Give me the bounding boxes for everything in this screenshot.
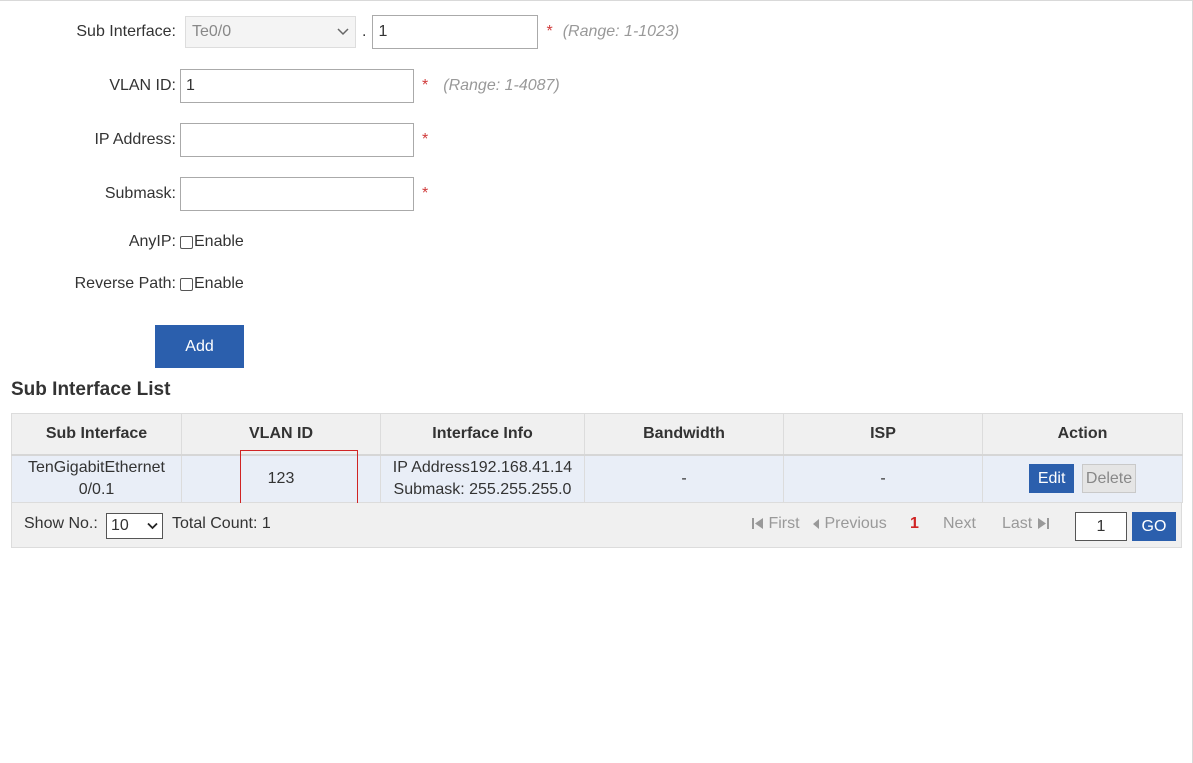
previous-page-icon: [813, 518, 819, 529]
goto-page-input[interactable]: 1: [1075, 512, 1127, 541]
cell-isp: -: [783, 454, 983, 503]
cell-action: Edit Delete: [982, 454, 1183, 503]
page-size-value: 10: [111, 517, 129, 534]
range-hint: (Range: 1-4087): [443, 77, 560, 94]
page-size-select[interactable]: 10: [106, 513, 163, 539]
header-bandwidth: Bandwidth: [584, 413, 784, 456]
anyip-row: AnyIP: Enable: [0, 231, 244, 253]
last-page-icon: [1037, 518, 1049, 530]
required-mark: *: [422, 131, 429, 148]
header-interface-info: Interface Info: [380, 413, 585, 456]
sub-interface-name-line1: TenGigabitEthernet: [28, 458, 165, 476]
anyip-checkbox[interactable]: [180, 235, 193, 249]
anyip-enable-label[interactable]: Enable: [194, 233, 244, 251]
sub-interface-page: Sub Interface: Te0/0 . 1 * (Range: 1-102…: [0, 0, 1193, 763]
first-page-label: First: [768, 515, 800, 532]
last-page-label: Last: [1002, 515, 1033, 532]
header-sub-interface: Sub Interface: [11, 413, 182, 456]
interface-info-ip: IP Address192.168.41.14: [392, 458, 573, 476]
sub-interface-name-line2: 0/0.1: [78, 480, 115, 498]
reverse-path-label: Reverse Path:: [74, 275, 176, 292]
interface-select-value: Te0/0: [192, 23, 232, 40]
next-page-link[interactable]: Next: [943, 515, 976, 533]
table-row: TenGigabitEthernet 0/0.1 123 IP Address1…: [11, 454, 1183, 503]
reverse-path-checkbox[interactable]: [180, 277, 193, 291]
sub-interface-row: Sub Interface: Te0/0 . 1 * (Range: 1-102…: [0, 15, 679, 49]
add-button[interactable]: Add: [155, 325, 244, 368]
header-action: Action: [982, 413, 1183, 456]
sub-interface-list-title: Sub Interface List: [11, 379, 171, 400]
vlan-id-row: VLAN ID: 1 * (Range: 1-4087): [0, 69, 560, 103]
show-no-label: Show No.:: [24, 515, 98, 532]
submask-row: Submask: *: [0, 177, 428, 211]
delete-button[interactable]: Delete: [1081, 464, 1137, 494]
anyip-label: AnyIP:: [128, 233, 176, 250]
reverse-path-row: Reverse Path: Enable: [0, 273, 244, 295]
vlan-id-label: VLAN ID:: [109, 77, 176, 94]
total-count: Total Count: 1: [172, 515, 271, 532]
first-page-link[interactable]: First: [751, 515, 800, 533]
header-vlan-id: VLAN ID: [181, 413, 381, 456]
required-mark: *: [422, 185, 429, 202]
sub-interface-label: Sub Interface:: [76, 23, 176, 40]
last-page-link[interactable]: Last: [1002, 515, 1050, 533]
cell-bandwidth: -: [584, 454, 784, 503]
cell-interface-info: IP Address192.168.41.14 Submask: 255.255…: [380, 454, 585, 503]
submask-input[interactable]: [180, 177, 414, 211]
edit-button[interactable]: Edit: [1028, 464, 1075, 494]
header-isp: ISP: [783, 413, 983, 456]
chevron-down-icon: [147, 522, 158, 530]
required-mark: *: [546, 23, 553, 40]
vlan-id-value: 1: [186, 77, 195, 94]
sub-interface-table: Sub Interface VLAN ID Interface Info Ban…: [11, 413, 1183, 503]
first-page-icon: [752, 518, 763, 530]
submask-label: Submask:: [104, 185, 176, 202]
vlan-id-input[interactable]: 1: [180, 69, 414, 103]
table-header-row: Sub Interface VLAN ID Interface Info Ban…: [11, 413, 1183, 456]
sub-interface-number-input[interactable]: 1: [372, 15, 539, 49]
sub-interface-number-value: 1: [378, 23, 388, 40]
cell-sub-interface: TenGigabitEthernet 0/0.1: [11, 454, 182, 503]
ip-address-row: IP Address: *: [0, 123, 428, 157]
required-mark: *: [422, 77, 429, 94]
current-page-number[interactable]: 1: [910, 515, 919, 533]
separator-dot: .: [362, 23, 367, 40]
interface-info-submask: Submask: 255.255.255.0: [393, 480, 572, 498]
ip-address-input[interactable]: [180, 123, 414, 157]
go-button[interactable]: GO: [1132, 512, 1176, 541]
previous-page-label: Previous: [824, 515, 887, 532]
chevron-down-icon: [337, 28, 349, 36]
previous-page-link[interactable]: Previous: [812, 515, 887, 533]
range-hint: (Range: 1-1023): [562, 23, 680, 40]
cell-vlan-id: 123: [181, 454, 381, 503]
ip-address-label: IP Address:: [94, 131, 176, 148]
pagination-bar: Show No.: 10 Total Count: 1 First Previo…: [11, 503, 1182, 548]
reverse-path-enable-label[interactable]: Enable: [194, 275, 244, 293]
interface-select[interactable]: Te0/0: [185, 16, 356, 48]
